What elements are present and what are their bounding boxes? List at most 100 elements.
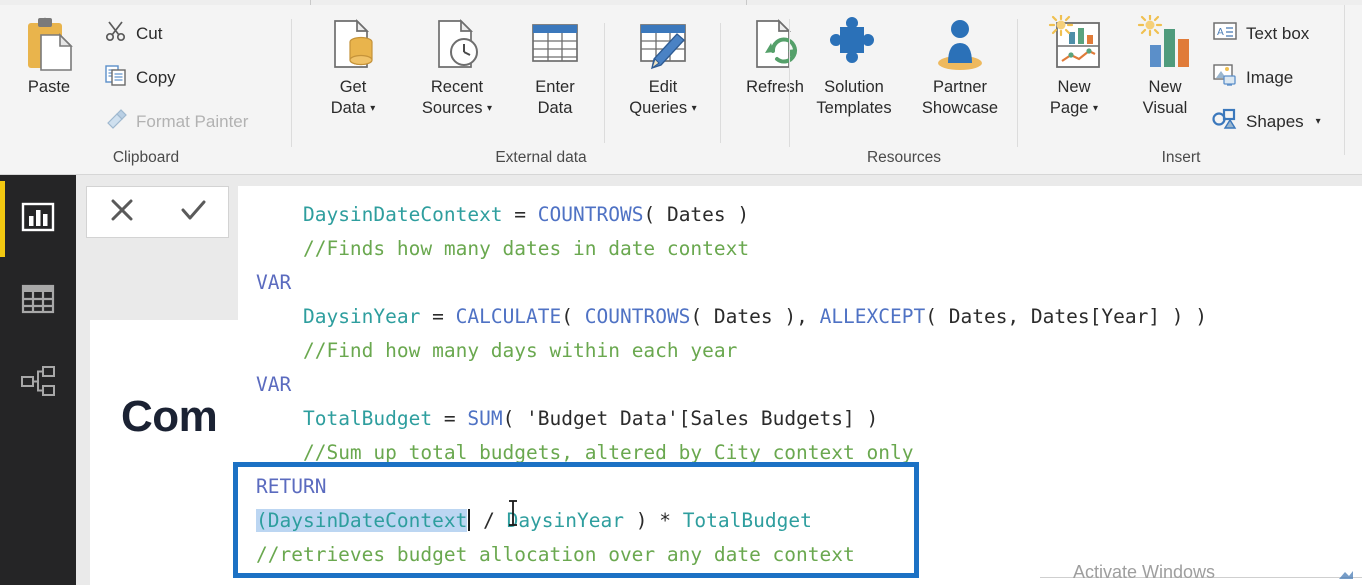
- code-token: //Find how many days within each year: [302, 339, 738, 362]
- view-switcher-rail: [0, 175, 76, 585]
- get-data-label-1: Get: [339, 78, 367, 96]
- code-token: COUNTROWS: [537, 203, 644, 226]
- new-page-label-1: New: [1057, 78, 1091, 96]
- ribbon-group-resources: Solution Templates Partner Showcase Reso…: [790, 5, 1018, 174]
- get-data-button[interactable]: Get Data ▾: [312, 11, 394, 119]
- shapes-icon: [1212, 107, 1238, 136]
- code-token: ( Dates, Dates[Year] ) ): [925, 305, 1208, 328]
- code-line: DaysinYear = CALCULATE( COUNTROWS( Dates…: [256, 300, 1356, 334]
- partner-showcase-button[interactable]: Partner Showcase: [910, 11, 1010, 119]
- image-icon: [1212, 63, 1238, 92]
- solution-templates-label-2: Templates: [816, 99, 892, 117]
- code-token: CALCULATE: [455, 305, 562, 328]
- enter-data-button[interactable]: Enter Data: [514, 11, 596, 119]
- code-token: //Finds how many dates in date context: [302, 237, 750, 260]
- paintbrush-icon: [104, 107, 128, 136]
- image-label: Image: [1246, 67, 1294, 87]
- clipboard-group-label: Clipboard: [112, 149, 180, 166]
- ribbon-group-insert: New Page ▾ New Visual A Text box Image S…: [1018, 5, 1344, 174]
- taskbar-icon: [1338, 568, 1354, 582]
- enter-data-label-2: Data: [537, 99, 573, 117]
- sidebar-item-report-view[interactable]: [0, 181, 76, 257]
- cancel-formula-button[interactable]: [94, 189, 150, 235]
- code-token: VAR: [256, 373, 292, 396]
- dax-code[interactable]: DaysinDateContext = COUNTROWS( Dates ) /…: [256, 198, 1356, 572]
- code-line: VAR: [256, 266, 1356, 300]
- paste-label: Paste: [27, 78, 71, 96]
- chevron-down-icon: ▾: [1093, 103, 1099, 115]
- card-visual[interactable]: Com: [90, 320, 242, 585]
- new-visual-button[interactable]: New Visual: [1122, 11, 1208, 119]
- text-box-button[interactable]: A Text box: [1212, 19, 1309, 48]
- new-visual-label-1: New: [1148, 78, 1182, 96]
- code-token: DaysinYear: [506, 509, 624, 532]
- copy-label: Copy: [136, 67, 176, 87]
- partner-showcase-label-2: Showcase: [921, 99, 999, 117]
- enter-data-label-1: Enter: [535, 78, 575, 96]
- external-data-group-label: External data: [495, 149, 587, 166]
- new-visual-label-2: Visual: [1142, 99, 1188, 117]
- code-token: ( Dates ): [643, 203, 750, 226]
- code-line: //Sum up total budgets, altered by City …: [256, 436, 1356, 470]
- paste-icon: [21, 11, 77, 77]
- new-page-button[interactable]: New Page ▾: [1028, 11, 1120, 119]
- code-token: ( 'Budget Data'[Sales Budgets] ): [502, 407, 879, 430]
- code-token: ALLEXCEPT: [819, 305, 926, 328]
- ribbon-group-clipboard: Paste Cut Copy Format Painter Clipboard: [0, 5, 292, 174]
- code-line: (DaysinDateContext / DaysinYear ) * Tota…: [256, 504, 1356, 538]
- code-token: TotalBudget: [682, 509, 812, 532]
- cut-button[interactable]: Cut: [104, 19, 162, 48]
- clock-page-icon: [429, 11, 485, 77]
- get-data-label-2: Data: [330, 99, 366, 117]
- edit-queries-button[interactable]: Edit Queries ▾: [616, 11, 710, 119]
- formula-bar-actions: [86, 186, 229, 238]
- image-button[interactable]: Image: [1212, 63, 1293, 92]
- sidebar-item-data-view[interactable]: [0, 263, 76, 339]
- sidebar-item-model-view[interactable]: [0, 345, 76, 421]
- recent-sources-button[interactable]: Recent Sources ▾: [402, 11, 512, 119]
- code-token: //retrieves budget allocation over any d…: [256, 543, 855, 566]
- code-line: //Find how many days within each year: [256, 334, 1356, 368]
- commit-formula-button[interactable]: [165, 189, 221, 235]
- resources-group-label: Resources: [866, 149, 942, 166]
- person-icon: [930, 11, 990, 77]
- bar-chart-view-icon: [21, 200, 55, 239]
- check-icon: [178, 195, 208, 230]
- cut-label: Cut: [136, 23, 163, 43]
- code-token: DaysinYear: [302, 305, 421, 328]
- bar-chart-icon: [1136, 11, 1194, 77]
- solution-templates-button[interactable]: Solution Templates: [800, 11, 908, 119]
- new-page-icon: [1043, 11, 1105, 77]
- chevron-down-icon: ▾: [487, 103, 493, 115]
- code-line: DaysinDateContext = COUNTROWS( Dates ): [256, 198, 1356, 232]
- shapes-label: Shapes: [1246, 111, 1304, 131]
- format-painter-button[interactable]: Format Painter: [104, 107, 248, 136]
- new-page-label-2: Page: [1049, 99, 1089, 117]
- text-box-label: Text box: [1246, 23, 1310, 43]
- code-token: VAR: [256, 271, 292, 294]
- table-icon: [526, 11, 584, 77]
- code-token: =: [432, 407, 468, 430]
- relationships-view-icon: [20, 365, 56, 402]
- group-divider: [1344, 5, 1345, 155]
- edit-queries-label-1: Edit: [648, 78, 678, 96]
- code-token: DaysinDateContext: [302, 203, 503, 226]
- selected-text: (: [256, 509, 268, 532]
- paste-button[interactable]: Paste: [10, 11, 88, 98]
- code-token: =: [420, 305, 456, 328]
- chevron-down-icon: ▾: [370, 103, 376, 115]
- chevron-down-icon: ▾: [1315, 116, 1321, 127]
- copy-button[interactable]: Copy: [104, 63, 176, 92]
- shapes-button[interactable]: Shapes ▾: [1212, 107, 1321, 136]
- dax-formula-editor[interactable]: DaysinDateContext = COUNTROWS( Dates ) /…: [238, 186, 1362, 585]
- code-line: RETURN: [256, 470, 1356, 504]
- scissors-icon: [104, 19, 128, 48]
- code-line: VAR: [256, 368, 1356, 402]
- code-token: =: [502, 203, 538, 226]
- code-token: RETURN: [256, 475, 327, 498]
